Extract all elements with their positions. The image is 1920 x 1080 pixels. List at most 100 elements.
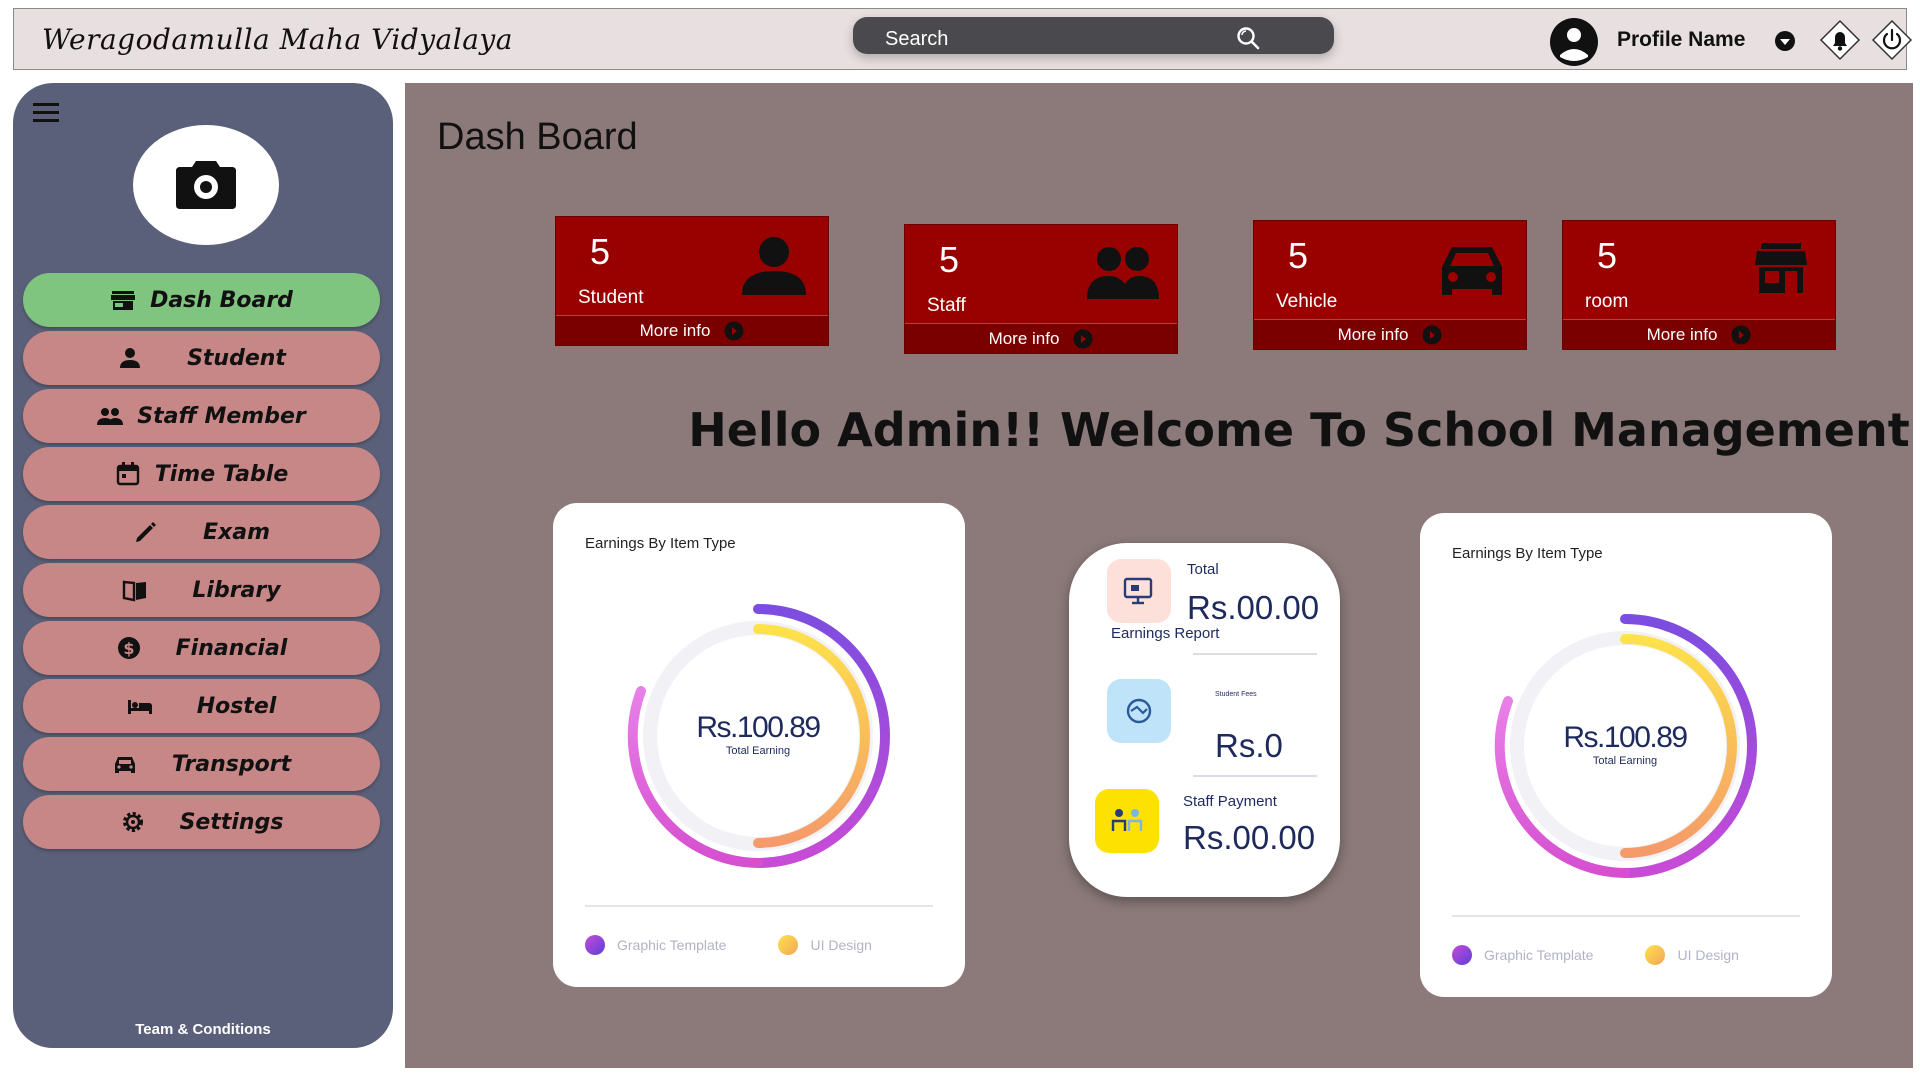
sidebar-item-exam[interactable]: Exam: [23, 505, 380, 559]
stat-card-staff: 5 Staff More info: [904, 224, 1178, 354]
sidebar-item-label: Student: [187, 345, 286, 371]
earnings-summary-card: Total Rs.00.00 Earnings Report Student F…: [1069, 543, 1340, 897]
sidebar-item-label: Transport: [171, 751, 292, 777]
profile-photo-upload[interactable]: [133, 125, 279, 245]
hamburger-menu-icon[interactable]: [33, 101, 59, 125]
arrow-right-circle-icon: [1422, 325, 1442, 344]
panel-title: Earnings By Item Type: [585, 535, 736, 552]
main-content: Dash Board 5 Student More info 5 Staff M…: [405, 83, 1913, 1068]
search-input[interactable]: Search: [853, 17, 1334, 54]
student-fees-value: Rs.0: [1215, 727, 1283, 764]
total-value: Rs.00.00: [1187, 589, 1320, 626]
legend-label: Graphic Template: [617, 937, 727, 953]
arrow-right-circle-icon: [1731, 325, 1751, 344]
earnings-chart-panel: Earnings By Item Type Rs.100.89 Total Ea…: [1420, 513, 1832, 997]
sidebar-item-library[interactable]: Library: [23, 563, 380, 617]
calendar-icon: [116, 462, 139, 486]
staff-payment-value: Rs.00.00: [1183, 819, 1316, 856]
search-icon[interactable]: [1235, 25, 1261, 51]
bed-icon: [127, 700, 152, 714]
sidebar-item-label: Hostel: [196, 693, 277, 719]
terms-link[interactable]: Team & Conditions: [13, 1021, 393, 1038]
sidebar-item-staff-member[interactable]: Staff Member: [23, 389, 380, 443]
legend-label: UI Design: [810, 937, 872, 953]
sidebar-item-label: Exam: [203, 519, 270, 545]
arrow-right-circle-icon: [724, 321, 744, 340]
sidebar-item-settings[interactable]: Settings: [23, 795, 380, 849]
legend-dot-ui: [1645, 945, 1666, 965]
student-fees-label: Student Fees: [1215, 691, 1257, 698]
stat-card-vehicle: 5 Vehicle More info: [1253, 220, 1527, 350]
stat-label: Vehicle: [1276, 291, 1338, 312]
stat-count: 5: [1288, 235, 1309, 276]
earnings-report-label: Earnings Report: [1111, 625, 1220, 642]
more-info-link[interactable]: More info: [1563, 319, 1835, 349]
sidebar-item-label: Settings: [179, 809, 284, 835]
stat-label: Staff: [927, 295, 966, 316]
person-icon: [120, 348, 141, 368]
legend-dot-ui: [778, 935, 799, 955]
more-info-link[interactable]: More info: [905, 323, 1177, 353]
sidebar-item-label: Library: [192, 577, 281, 603]
page-title: Dash Board: [437, 116, 638, 158]
divider: [1193, 775, 1317, 777]
total-earning-value: Rs.100.89: [696, 711, 821, 744]
stat-card-room: 5 room More info: [1562, 220, 1836, 350]
welcome-heading: Hello Admin!! Welcome To School Manageme…: [688, 403, 1910, 457]
sidebar-item-label: Dash Board: [150, 287, 293, 313]
notification-bell-icon[interactable]: [1819, 19, 1861, 61]
more-info-link[interactable]: More info: [556, 315, 828, 345]
total-earning-value: Rs.100.89: [1563, 721, 1688, 754]
power-icon[interactable]: [1871, 19, 1913, 61]
sidebar-item-student[interactable]: Student: [23, 331, 380, 385]
sidebar-item-financial[interactable]: $ Financial: [23, 621, 380, 675]
stat-label: Student: [578, 287, 644, 308]
sidebar: Dash Board Student Staff Member Time Tab…: [13, 83, 393, 1048]
more-info-link[interactable]: More info: [1254, 319, 1526, 349]
profile-name[interactable]: Profile Name: [1617, 28, 1745, 52]
chart-legend: Graphic Template UI Design: [1452, 945, 1779, 965]
divider: [585, 905, 933, 907]
dollar-icon: $: [117, 637, 140, 659]
group-icon: [97, 408, 124, 425]
stat-count: 5: [939, 239, 960, 280]
sidebar-item-label: Financial: [175, 635, 288, 661]
top-bar: Weragodamulla Maha Vidyalaya Search Prof…: [13, 8, 1913, 70]
more-info-label: More info: [988, 328, 1060, 348]
total-earning-label: Total Earning: [725, 745, 791, 757]
legend-label: UI Design: [1677, 947, 1739, 963]
sidebar-item-dashboard[interactable]: Dash Board: [23, 273, 380, 327]
more-info-label: More info: [639, 320, 711, 340]
sidebar-item-time-table[interactable]: Time Table: [23, 447, 380, 501]
sidebar-item-hostel[interactable]: Hostel: [23, 679, 380, 733]
sidebar-item-transport[interactable]: Transport: [23, 737, 380, 791]
store-icon: [1755, 243, 1807, 293]
divider: [1452, 915, 1800, 917]
book-icon: [123, 580, 147, 602]
total-earning-label: Total Earning: [1592, 755, 1658, 767]
legend-label: Graphic Template: [1484, 947, 1594, 963]
group-icon: [1087, 247, 1159, 299]
handshake-icon: [1107, 679, 1171, 743]
search-placeholder: Search: [885, 28, 949, 50]
stat-count: 5: [590, 231, 611, 272]
panel-title: Earnings By Item Type: [1452, 545, 1603, 562]
camera-icon: [176, 161, 236, 209]
monitor-icon: [1107, 559, 1171, 623]
divider: [1193, 653, 1317, 655]
svg-text:$: $: [123, 639, 134, 658]
donut-center: Rs.100.89 Total Earning: [623, 711, 893, 757]
legend-dot-graphic: [585, 935, 605, 955]
car-icon: [114, 757, 135, 773]
chevron-down-icon[interactable]: [1774, 30, 1796, 52]
store-icon: [111, 291, 136, 310]
stat-count: 5: [1597, 235, 1618, 276]
more-info-label: More info: [1646, 324, 1718, 344]
staff-payment-icon: [1095, 789, 1159, 853]
profile-avatar-icon[interactable]: [1549, 17, 1599, 67]
arrow-right-circle-icon: [1073, 329, 1093, 348]
gear-icon: [122, 812, 143, 832]
person-icon: [742, 237, 806, 295]
earnings-chart-panel: Earnings By Item Type Rs.100.89 Total Ea…: [553, 503, 965, 987]
total-label: Total: [1187, 561, 1219, 578]
